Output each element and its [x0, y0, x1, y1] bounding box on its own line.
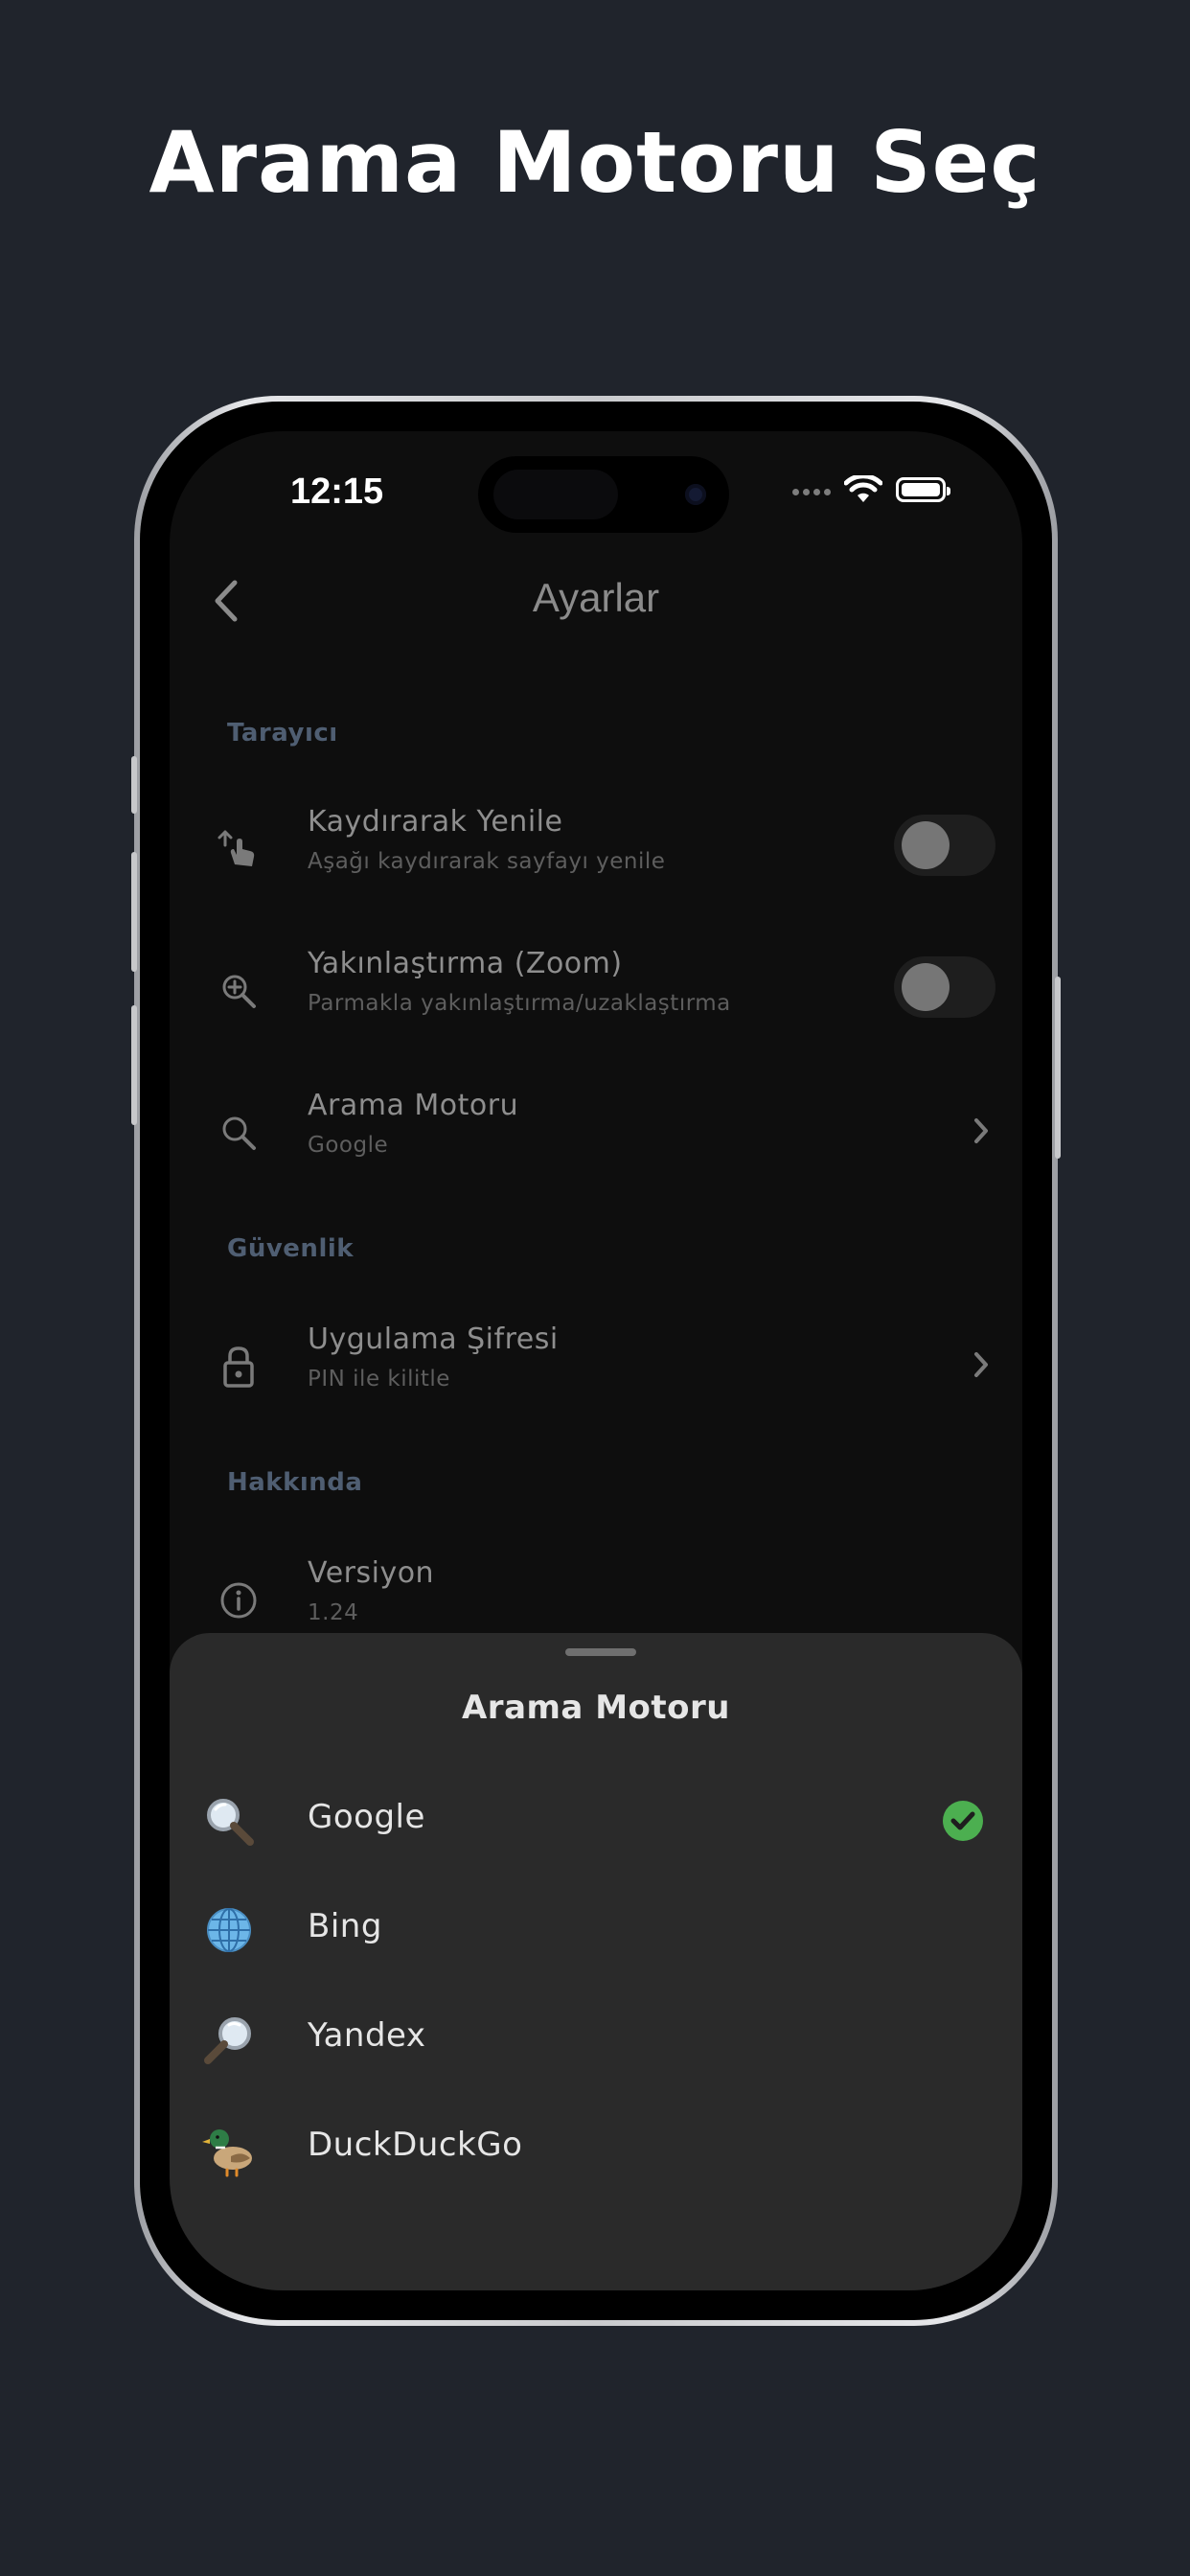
page-title: Ayarlar — [532, 575, 660, 620]
sheet-drag-handle[interactable] — [565, 1648, 636, 1656]
engine-option-duckduckgo[interactable]: DuckDuckGo — [170, 2097, 1022, 2193]
search-icon — [208, 1102, 269, 1163]
setting-title: Arama Motoru — [308, 1089, 519, 1122]
setting-row-zoom[interactable]: Yakınlaştırma (Zoom) Parmakla yakınlaştı… — [170, 937, 1022, 1052]
dynamic-island — [478, 456, 729, 533]
setting-row-swipe-refresh[interactable]: Kaydırarak Yenile Aşağı kaydırarak sayfa… — [170, 795, 1022, 910]
promo-title: Arama Motoru Seç — [149, 113, 1041, 212]
engine-option-label: DuckDuckGo — [308, 2126, 523, 2164]
sheet-title: Arama Motoru — [461, 1689, 730, 1727]
setting-title: Versiyon — [308, 1556, 435, 1590]
engine-option-label: Google — [308, 1798, 425, 1836]
status-indicators — [789, 475, 950, 504]
phone-screen: 12:15 Ayarlar Tarayıcı Kaydırarak Yenile… — [170, 431, 1022, 2290]
zoom-toggle[interactable] — [894, 956, 995, 1018]
setting-row-app-password[interactable]: Uygulama Şifresi PIN ile kilitle — [170, 1313, 1022, 1428]
chevron-right-icon — [967, 1112, 995, 1150]
engine-option-bing[interactable]: Bing — [170, 1878, 1022, 1974]
volume-up-button — [131, 852, 137, 972]
chevron-right-icon — [967, 1346, 995, 1384]
setting-title: Yakınlaştırma (Zoom) — [308, 947, 623, 980]
setting-subtitle: PIN ile kilitle — [308, 1367, 450, 1392]
power-button — [1055, 977, 1061, 1159]
toggle-knob — [902, 821, 950, 869]
setting-title: Kaydırarak Yenile — [308, 805, 563, 839]
silent-switch — [131, 756, 137, 814]
status-bar: 12:15 — [170, 431, 1022, 537]
section-header-security: Güvenlik — [227, 1234, 355, 1263]
zoom-in-icon — [208, 960, 269, 1022]
toggle-knob — [902, 963, 950, 1011]
swipe-gesture-icon — [208, 818, 269, 880]
wifi-icon — [844, 475, 882, 502]
engine-option-label: Yandex — [308, 2016, 426, 2055]
magnifier-right-emoji-icon — [204, 2017, 251, 2064]
check-circle-icon — [943, 1801, 983, 1841]
volume-down-button — [131, 1005, 137, 1125]
setting-subtitle: 1.24 — [308, 1600, 359, 1625]
setting-subtitle: Google — [308, 1133, 389, 1158]
info-icon — [208, 1570, 269, 1631]
status-time: 12:15 — [290, 472, 384, 512]
engine-option-yandex[interactable]: Yandex — [170, 1988, 1022, 2083]
duck-emoji-icon — [202, 2129, 252, 2177]
lock-icon — [208, 1336, 269, 1397]
phone-bezel: 12:15 Ayarlar Tarayıcı Kaydırarak Yenile… — [131, 402, 1061, 2320]
magnifier-emoji-icon — [207, 1799, 254, 1846]
setting-title: Uygulama Şifresi — [308, 1322, 559, 1356]
swipe-refresh-toggle[interactable] — [894, 815, 995, 876]
battery-icon — [896, 477, 950, 502]
island-sensor — [493, 470, 618, 519]
setting-row-search-engine[interactable]: Arama Motoru Google — [170, 1079, 1022, 1194]
search-engine-sheet: Arama Motoru Google Bing Yandex DuckDuck… — [170, 1633, 1022, 2290]
globe-emoji-icon — [207, 1908, 251, 1952]
section-header-about: Hakkında — [227, 1468, 363, 1497]
engine-option-google[interactable]: Google — [170, 1769, 1022, 1865]
engine-option-label: Bing — [308, 1907, 382, 1945]
section-header-browser: Tarayıcı — [227, 719, 338, 748]
setting-subtitle: Parmakla yakınlaştırma/uzaklaştırma — [308, 991, 731, 1016]
phone-frame: 12:15 Ayarlar Tarayıcı Kaydırarak Yenile… — [131, 396, 1061, 2326]
setting-subtitle: Aşağı kaydırarak sayfayı yenile — [308, 849, 666, 874]
front-camera-icon — [685, 484, 706, 505]
signal-dots-icon — [789, 481, 831, 499]
